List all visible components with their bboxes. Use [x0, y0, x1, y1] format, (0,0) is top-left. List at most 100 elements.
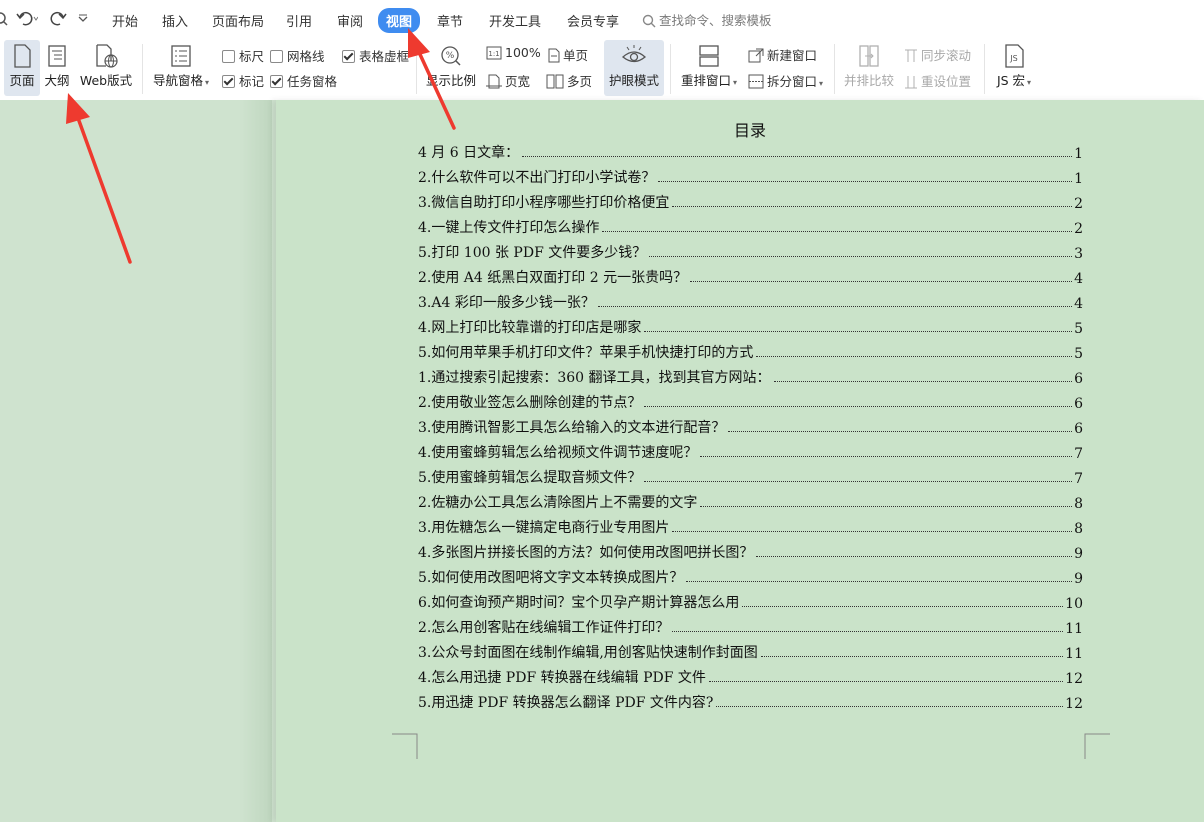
toc-entry[interactable]: 3.用佐糖怎么一键搞定电商行业专用图片 8 — [418, 517, 1083, 537]
toc-entry[interactable]: 5.如何用苹果手机打印文件？苹果手机快捷打印的方式 5 — [418, 342, 1083, 362]
tab-developer-tools[interactable]: 开发工具 — [489, 11, 541, 30]
toc-entry[interactable]: 2.什么软件可以不出门打印小学试卷？ 1 — [418, 167, 1083, 187]
navigation-pane-label: 导航窗格 — [152, 73, 203, 88]
tab-references[interactable]: 引用 — [286, 11, 312, 30]
arrange-windows-button[interactable]: 重排窗口 ▾ — [678, 40, 740, 96]
toc-entry[interactable]: 2.使用 A4 纸黑白双面打印 2 元一张贵吗？ 4 — [418, 267, 1083, 287]
page-width-button[interactable]: 页宽 — [486, 71, 530, 90]
toc-entry[interactable]: 5.打印 100 张 PDF 文件要多少钱？ 3 — [418, 242, 1083, 262]
ribbon-divider — [670, 44, 671, 94]
marks-label: 标记 — [239, 74, 265, 89]
gridlines-label: 网格线 — [287, 49, 325, 64]
toc-dot-leader — [522, 156, 1073, 157]
toc-entry-page-number: 6 — [1074, 396, 1083, 412]
search-icon — [642, 14, 656, 28]
svg-text:1:1: 1:1 — [488, 50, 499, 58]
ribbon-divider — [834, 44, 835, 94]
tab-insert[interactable]: 插入 — [162, 11, 188, 30]
document-left-margin — [0, 100, 272, 822]
display-ratio-button[interactable]: % 显示比例 — [424, 40, 478, 96]
toc-entry[interactable]: 3.公众号封面图在线制作编辑,用创客贴快速制作封面图 11 — [418, 642, 1083, 662]
toc-entry-page-number: 4 — [1074, 296, 1083, 312]
undo-icon[interactable] — [16, 9, 39, 29]
checkbox-box-checked — [342, 50, 355, 63]
toc-entry[interactable]: 4.使用蜜蜂剪辑怎么给视频文件调节速度呢？ 7 — [418, 442, 1083, 462]
eye-care-mode-button[interactable]: 护眼模式 — [604, 40, 664, 96]
marks-checkbox[interactable]: 标记 — [222, 71, 264, 90]
tab-page-layout[interactable]: 页面布局 — [212, 11, 264, 30]
toc-entry-title: 4.网上打印比较靠谱的打印店是哪家 — [418, 320, 642, 336]
tab-member[interactable]: 会员专享 — [567, 11, 619, 30]
checkbox-box-checked — [270, 75, 283, 88]
toc-entry[interactable]: 4.一键上传文件打印怎么操作 2 — [418, 217, 1083, 237]
toc-entry[interactable]: 2.使用敬业签怎么删除创建的节点？ 6 — [418, 392, 1083, 412]
toc-entry[interactable]: 3.微信自助打印小程序哪些打印价格便宜 2 — [418, 192, 1083, 212]
tab-view[interactable]: 视图 — [378, 8, 421, 33]
redo-icon[interactable] — [50, 9, 70, 29]
js-macro-label: JS 宏 — [996, 73, 1026, 88]
toc-dot-leader — [700, 506, 1073, 507]
one-to-one-icon: 1:1 — [486, 46, 502, 60]
side-by-side-button[interactable]: 并排比较 — [842, 40, 896, 96]
toc-entry-title: 2.佐糖办公工具怎么清除图片上不需要的文字 — [418, 495, 698, 511]
command-search-input[interactable]: 查找命令、搜索模板 — [642, 10, 772, 29]
task-pane-label: 任务窗格 — [287, 74, 338, 89]
sync-scroll-icon — [905, 49, 917, 62]
toc-entry[interactable]: 4.怎么用迅捷 PDF 转换器在线编辑 PDF 文件 12 — [418, 667, 1083, 687]
new-window-button[interactable]: 新建窗口 — [748, 45, 817, 64]
ruler-label: 标尺 — [239, 49, 265, 64]
outline-view-button[interactable]: 大纲 — [42, 40, 72, 96]
page-view-button[interactable]: 页面 — [4, 40, 40, 96]
table-grid-label: 表格虚框 — [359, 49, 410, 64]
single-page-label: 单页 — [563, 48, 589, 63]
tab-chapter[interactable]: 章节 — [437, 11, 463, 30]
toc-entry[interactable]: 2.怎么用创客贴在线编辑工作证件打印？ 11 — [418, 617, 1083, 637]
zoom-100-button[interactable]: 1:1 100% — [486, 45, 541, 60]
web-layout-button[interactable]: Web版式 — [78, 40, 134, 96]
search-icon[interactable] — [0, 9, 14, 29]
toc-entry[interactable]: 5.使用蜜蜂剪辑怎么提取音频文件？ 7 — [418, 467, 1083, 487]
gridlines-checkbox[interactable]: 网格线 — [270, 46, 325, 65]
single-page-button[interactable]: 单页 — [548, 45, 588, 64]
web-layout-label: Web版式 — [79, 73, 133, 88]
toc-entry[interactable]: 2.佐糖办公工具怎么清除图片上不需要的文字 8 — [418, 492, 1083, 512]
sync-scroll-button[interactable]: 同步滚动 — [904, 45, 971, 64]
toc-entry[interactable]: 5.用迅捷 PDF 转换器怎么翻译 PDF 文件内容? 12 — [418, 692, 1083, 712]
new-window-icon — [748, 48, 764, 63]
task-pane-checkbox[interactable]: 任务窗格 — [270, 71, 337, 90]
toc-entry[interactable]: 3.A4 彩印一般多少钱一张？ 4 — [418, 292, 1083, 312]
side-by-side-label: 并排比较 — [843, 73, 894, 88]
toc-entry[interactable]: 4.网上打印比较靠谱的打印店是哪家 5 — [418, 317, 1083, 337]
toc-entry-title: 4.多张图片拼接长图的方法？如何使用改图吧拼长图？ — [418, 545, 754, 561]
table-grid-checkbox[interactable]: 表格虚框 — [342, 46, 409, 65]
toc-entry-page-number: 1 — [1074, 146, 1083, 162]
toc-entry-page-number: 11 — [1065, 621, 1083, 637]
toc-entry-title: 2.使用敬业签怎么删除创建的节点？ — [418, 395, 642, 411]
toc-entry-page-number: 4 — [1074, 271, 1083, 287]
toc-entry[interactable]: 3.使用腾讯智影工具怎么给输入的文本进行配音？ 6 — [418, 417, 1083, 437]
toc-dot-leader — [644, 481, 1073, 482]
tab-start[interactable]: 开始 — [112, 11, 138, 30]
svg-text:%: % — [446, 51, 455, 61]
toc-entry[interactable]: 6.如何查询预产期时间？宝个贝孕产期计算器怎么用 10 — [418, 592, 1083, 612]
toc-entry-title: 1.通过搜索引起搜索：360 翻译工具，找到其官方网站： — [418, 370, 771, 386]
toc-entry-page-number: 8 — [1074, 521, 1083, 537]
checkbox-box — [270, 50, 283, 63]
multi-page-button[interactable]: 多页 — [546, 71, 592, 90]
toc-entry[interactable]: 4 月 6 日文章： 1 — [418, 142, 1083, 162]
toc-entry-page-number: 3 — [1074, 246, 1083, 262]
toc-entry-title: 3.使用腾讯智影工具怎么给输入的文本进行配音？ — [418, 420, 726, 436]
split-window-button[interactable]: 拆分窗口 ▾ — [748, 71, 823, 90]
toc-entry[interactable]: 4.多张图片拼接长图的方法？如何使用改图吧拼长图？ 9 — [418, 542, 1083, 562]
navigation-pane-button[interactable]: 导航窗格 ▾ — [150, 40, 212, 96]
toc-entry[interactable]: 5.如何使用改图吧将文字文本转换成图片？ 9 — [418, 567, 1083, 587]
toc-dot-leader — [597, 306, 1073, 307]
tab-review[interactable]: 审阅 — [337, 11, 363, 30]
toc-entry[interactable]: 1.通过搜索引起搜索：360 翻译工具，找到其官方网站： 6 — [418, 367, 1083, 387]
quick-access-dropdown-icon[interactable] — [76, 9, 96, 29]
ruler-checkbox[interactable]: 标尺 — [222, 46, 264, 65]
reset-position-button[interactable]: 重设位置 — [904, 71, 971, 90]
js-macro-button[interactable]: JS JS 宏 ▾ — [992, 40, 1036, 96]
toc-entry-page-number: 9 — [1074, 571, 1083, 587]
outline-view-label: 大纲 — [44, 73, 70, 88]
